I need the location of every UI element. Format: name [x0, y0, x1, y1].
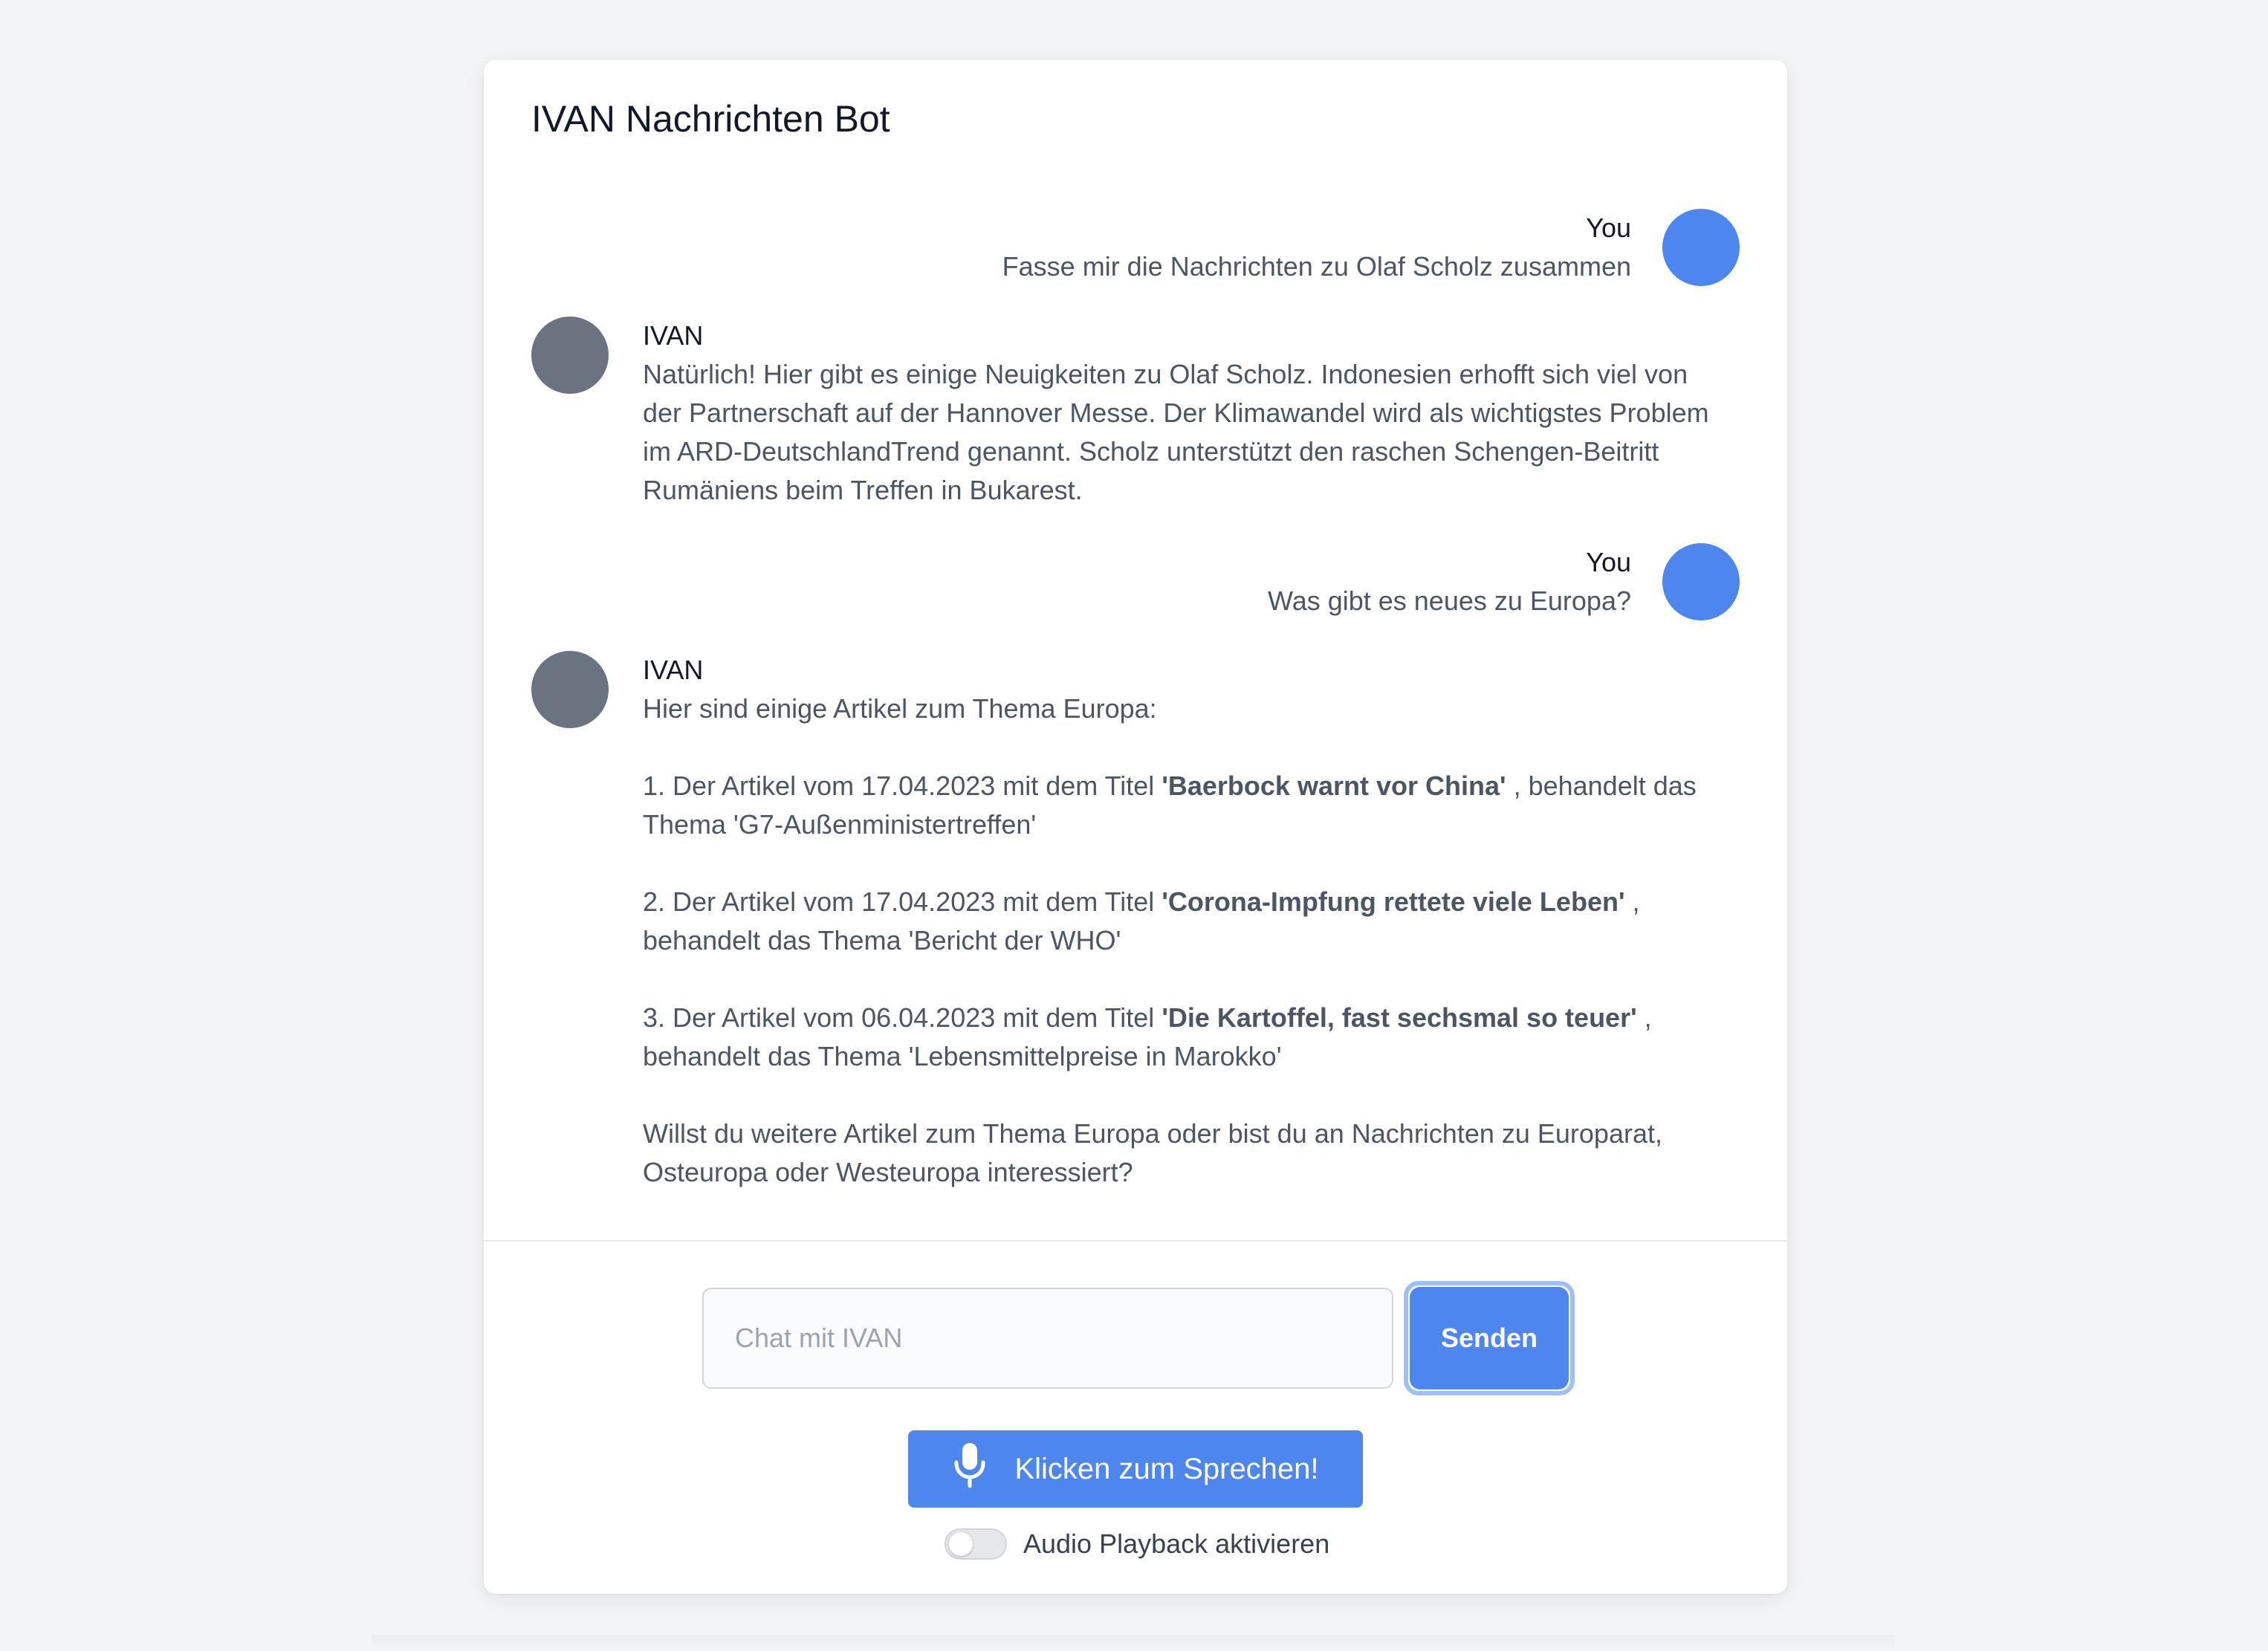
speak-button[interactable]: Klicken zum Sprechen!: [908, 1430, 1363, 1508]
message-outro: Willst du weitere Artikel zum Thema Euro…: [643, 1118, 1662, 1187]
message-bubble: IVAN Hier sind einige Artikel zum Thema …: [643, 651, 1720, 1192]
sender-name: You: [1586, 547, 1631, 577]
audio-playback-toggle[interactable]: [945, 1528, 1007, 1560]
message-intro: Hier sind einige Artikel zum Thema Europ…: [643, 693, 1157, 724]
article-item: 3. Der Artikel vom 06.04.2023 mit dem Ti…: [643, 999, 1720, 1076]
article-title: 'Baerbock warnt vor China': [1161, 771, 1506, 801]
chat-message-bot: IVAN Hier sind einige Artikel zum Thema …: [531, 651, 1720, 1192]
article-item: 2. Der Artikel vom 17.04.2023 mit dem Ti…: [643, 883, 1720, 960]
message-text: Hier sind einige Artikel zum Thema Europ…: [643, 690, 1720, 1192]
send-button[interactable]: Senden: [1410, 1287, 1569, 1389]
speak-button-label: Klicken zum Sprechen!: [1014, 1452, 1319, 1485]
audio-playback-row: Audio Playback aktivieren: [945, 1528, 1329, 1560]
message-text: Was gibt es neues zu Europa?: [1268, 586, 1631, 616]
article-prefix: 1. Der Artikel vom 17.04.2023 mit dem Ti…: [643, 771, 1162, 801]
user-avatar: [1662, 209, 1740, 286]
article-title: 'Corona-Impfung rettete viele Leben': [1161, 886, 1625, 917]
sender-name: IVAN: [643, 320, 704, 351]
article-title: 'Die Kartoffel, fast sechsmal so teuer': [1161, 1002, 1637, 1033]
message-text: Fasse mir die Nachrichten zu Olaf Scholz…: [1002, 251, 1631, 282]
user-avatar: [1662, 543, 1740, 620]
page-bottom-shadow: [372, 1635, 1895, 1651]
chat-message-bot: IVAN Natürlich! Hier gibt es einige Neui…: [531, 317, 1720, 510]
chat-card: IVAN Nachrichten Bot You Fasse mir die N…: [484, 60, 1787, 1594]
article-prefix: 2. Der Artikel vom 17.04.2023 mit dem Ti…: [643, 886, 1162, 917]
bot-avatar: [531, 317, 609, 394]
message-bubble: IVAN Natürlich! Hier gibt es einige Neui…: [643, 317, 1720, 510]
sender-name: You: [1586, 213, 1631, 243]
article-item: 1. Der Artikel vom 17.04.2023 mit dem Ti…: [643, 767, 1720, 844]
chat-input[interactable]: [702, 1288, 1393, 1389]
message-bubble: You Fasse mir die Nachrichten zu Olaf Sc…: [1002, 209, 1631, 286]
chat-message-user: You Fasse mir die Nachrichten zu Olaf Sc…: [1002, 209, 1740, 286]
microphone-icon: [952, 1441, 988, 1496]
composer-divider: [484, 1240, 1787, 1242]
page-title: IVAN Nachrichten Bot: [531, 98, 890, 140]
audio-playback-label: Audio Playback aktivieren: [1023, 1528, 1330, 1559]
message-bubble: You Was gibt es neues zu Europa?: [1268, 543, 1631, 620]
toggle-knob: [949, 1532, 973, 1556]
chat-message-user: You Was gibt es neues zu Europa?: [1268, 543, 1740, 620]
message-text: Natürlich! Hier gibt es einige Neuigkeit…: [643, 359, 1709, 505]
bot-avatar: [531, 651, 609, 728]
article-prefix: 3. Der Artikel vom 06.04.2023 mit dem Ti…: [643, 1002, 1162, 1033]
sender-name: IVAN: [643, 655, 704, 685]
